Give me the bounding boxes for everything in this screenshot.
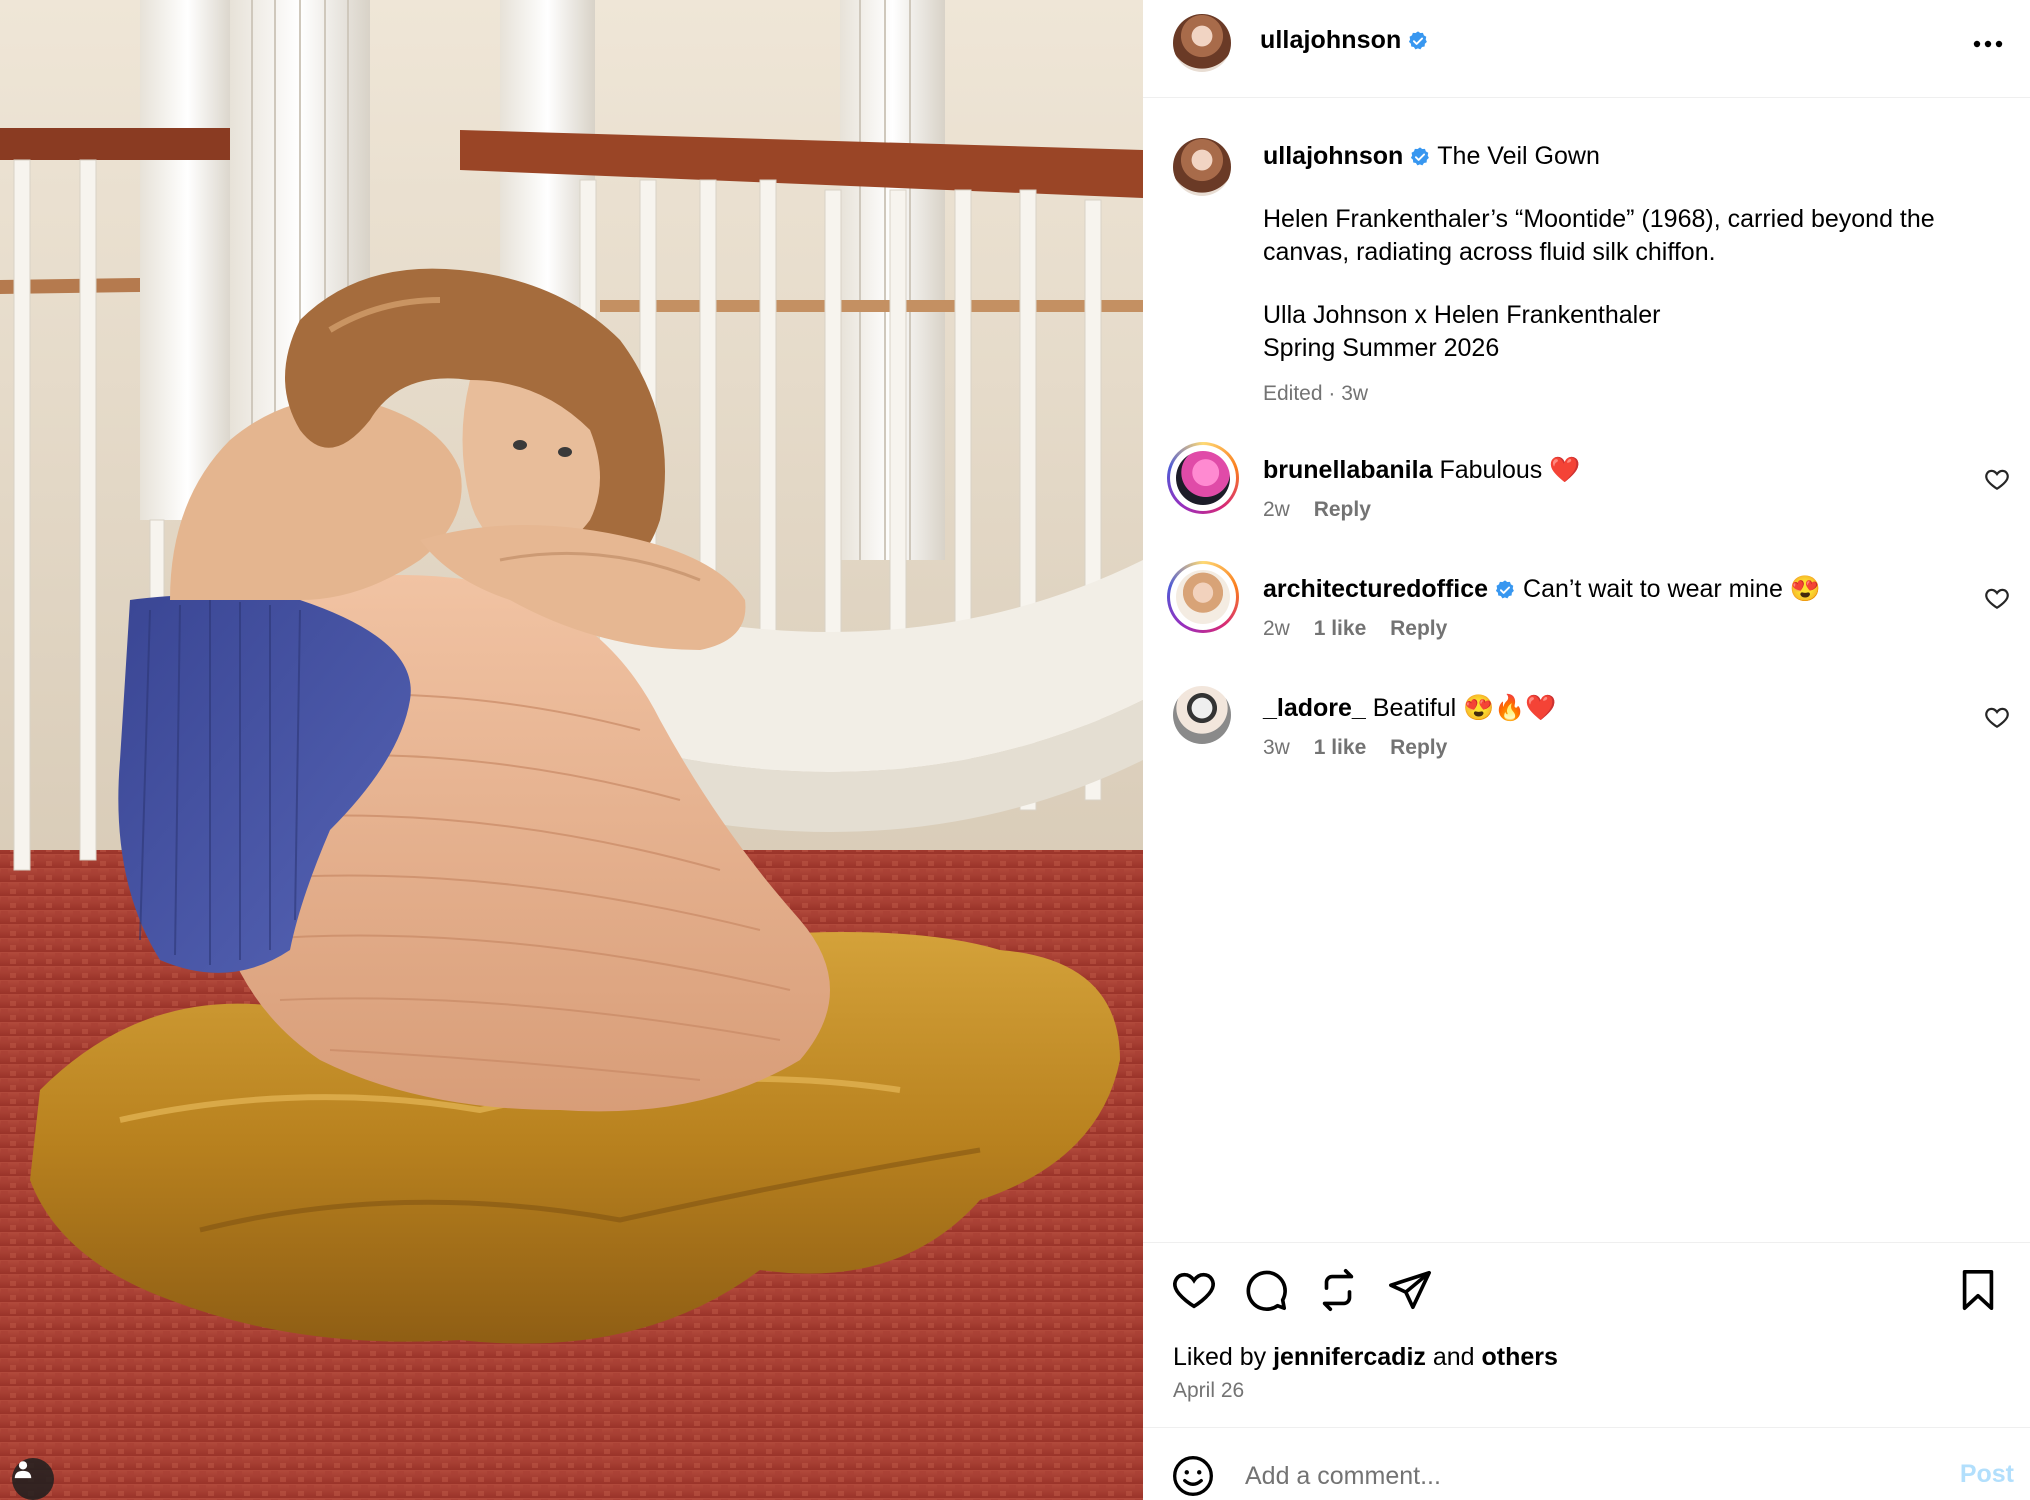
comment-input[interactable] [1245,1456,1845,1496]
comment-item: architecturedoffice Can’t wait to wear m… [1143,561,2030,667]
comment-time[interactable]: 2w [1263,498,1290,521]
liked-by-others[interactable]: others [1482,1343,1558,1371]
caption-title: The Veil Gown [1437,142,1600,170]
more-options-button[interactable] [1968,26,2008,62]
comment-like-heart-icon[interactable] [1984,704,2010,730]
comment-likes-count[interactable]: 1 like [1314,736,1367,759]
commenter-avatar[interactable] [1173,686,1231,744]
comment-reply-button[interactable]: Reply [1390,617,1447,640]
likes-prefix: Liked by [1173,1343,1267,1371]
comment-username[interactable]: _ladore_ [1263,694,1366,722]
comment-icon[interactable] [1243,1267,1289,1313]
bookmark-icon[interactable] [1955,1267,2001,1313]
comment-reply-button[interactable]: Reply [1314,498,1371,521]
emoji-icon[interactable] [1171,1454,1215,1498]
comment-emoji: ❤️ [1549,456,1581,484]
liked-by-user[interactable]: jennifercadiz [1273,1343,1426,1371]
post-header: ullajohnson [1143,0,2030,98]
likes-summary: Liked by jennifercadiz and others [1173,1343,1558,1372]
photo-illustration [0,0,1143,1500]
post-photo[interactable] [0,0,1143,1500]
author-avatar[interactable] [1173,14,1231,72]
tagged-users-button[interactable] [12,1458,54,1500]
verified-badge-icon [1409,31,1428,50]
comment-item: brunellabanila Fabulous ❤️ 2w Reply [1143,442,2030,548]
comment-time[interactable]: 3w [1263,736,1290,759]
comment-emoji: 😍🔥❤️ [1463,694,1557,722]
add-comment-bar: Post [1143,1427,2030,1500]
comment-username[interactable]: brunellabanila [1263,456,1432,484]
comment-time[interactable]: 2w [1263,617,1290,640]
comment-like-heart-icon[interactable] [1984,585,2010,611]
caption-username[interactable]: ullajohnson [1263,142,1403,170]
instagram-post-view: ullajohnson ullajohnson The Veil Gown He… [0,0,2030,1500]
likes-and: and [1432,1343,1475,1371]
story-ring[interactable] [1167,442,1239,514]
post-comment-button[interactable]: Post [1960,1460,2014,1489]
comment-reply-button[interactable]: Reply [1390,736,1447,759]
comment-likes-count[interactable]: 1 like [1314,617,1367,640]
commenter-avatar [1176,451,1230,505]
comment-emoji: 😍 [1789,575,1821,603]
caption-description: Helen Frankenthaler’s “Moontide” (1968),… [1263,205,1935,266]
comment-like-heart-icon[interactable] [1984,466,2010,492]
heart-icon[interactable] [1171,1267,1217,1313]
caption-meta: Edited · 3w [1263,382,1369,405]
comment-username[interactable]: architecturedoffice [1263,575,1488,603]
repost-icon[interactable] [1315,1267,1361,1313]
commenter-avatar [1176,570,1230,624]
user-tag-icon [14,1461,32,1479]
verified-badge-icon [1495,580,1514,599]
more-icon [1973,40,2003,48]
comment-text: Fabulous [1439,456,1543,484]
caption-collaboration: Ulla Johnson x Helen Frankenthaler [1263,301,1661,329]
author-username[interactable]: ullajohnson [1260,26,1401,54]
comment-item: _ladore_ Beatiful 😍🔥❤️ 3w 1 like Reply [1143,686,2030,786]
story-ring[interactable] [1167,561,1239,633]
comment-text: Beatiful [1372,694,1457,722]
comment-text: Can’t wait to wear mine [1523,575,1783,603]
post-details-panel: ullajohnson ullajohnson The Veil Gown He… [1143,0,2030,1500]
verified-badge-icon [1411,147,1430,166]
caption-season: Spring Summer 2026 [1263,334,1500,362]
share-icon[interactable] [1387,1267,1433,1313]
caption-author-avatar[interactable] [1173,138,1231,196]
post-date[interactable]: April 26 [1173,1379,1244,1403]
